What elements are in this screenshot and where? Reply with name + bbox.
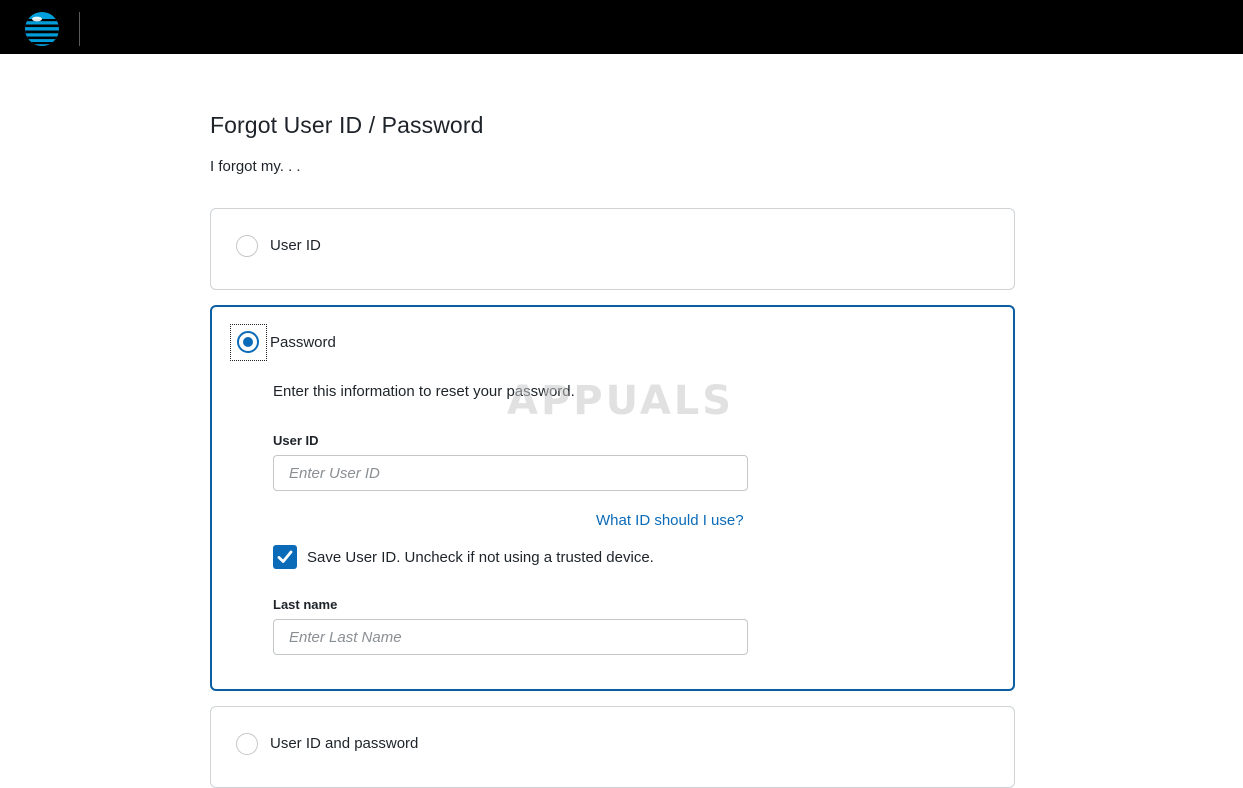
option-card-user-id[interactable]: User ID — [210, 208, 1015, 290]
last-name-input[interactable] — [273, 619, 748, 655]
user-id-input[interactable] — [273, 455, 748, 491]
option-label-password[interactable]: Password — [270, 334, 336, 351]
checkmark-icon — [277, 550, 293, 563]
att-globe-icon[interactable] — [23, 10, 61, 48]
radio-password-dot — [243, 337, 253, 347]
option-card-user-id-and-password[interactable]: User ID and password — [210, 706, 1015, 788]
top-navigation-bar — [0, 0, 1243, 54]
user-id-field-label: User ID — [273, 433, 319, 448]
option-card-password[interactable]: Password Enter this information to reset… — [210, 305, 1015, 691]
save-user-id-checkbox[interactable] — [273, 545, 297, 569]
last-name-field-label: Last name — [273, 597, 338, 612]
page-title: Forgot User ID / Password — [210, 112, 484, 138]
option-label-user-id-and-password[interactable]: User ID and password — [270, 735, 418, 752]
what-id-help-link[interactable]: What ID should I use? — [596, 512, 744, 529]
save-user-id-label[interactable]: Save User ID. Uncheck if not using a tru… — [307, 549, 654, 566]
header-divider — [79, 12, 80, 46]
option-label-user-id[interactable]: User ID — [270, 237, 321, 254]
radio-user-id[interactable] — [236, 235, 258, 257]
reset-instructions: Enter this information to reset your pas… — [273, 383, 575, 400]
radio-password[interactable] — [237, 331, 259, 353]
radio-user-id-and-password[interactable] — [236, 733, 258, 755]
forgot-prompt: I forgot my. . . — [210, 158, 301, 175]
